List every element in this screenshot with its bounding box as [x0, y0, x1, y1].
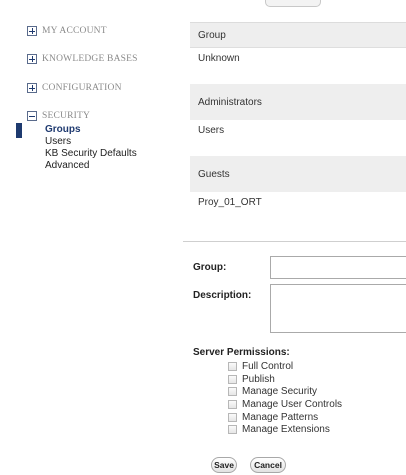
checkbox[interactable]	[228, 399, 237, 409]
server-permissions-heading: Server Permissions:	[193, 347, 290, 358]
checkbox[interactable]	[228, 425, 237, 435]
permission-label: Manage Extensions	[242, 424, 330, 436]
table-row[interactable]: Proy_01_ORT	[190, 192, 406, 228]
permission-label: Manage Patterns	[242, 411, 319, 423]
permission-manage-patterns: Manage Patterns	[228, 411, 342, 424]
permission-label: Manage User Controls	[242, 398, 343, 410]
group-field-label: Group:	[193, 262, 227, 273]
group-name: Guests	[198, 168, 230, 180]
expand-icon	[27, 83, 37, 93]
checkbox[interactable]	[228, 412, 237, 422]
table-row[interactable]: Administrators	[190, 84, 406, 120]
cancel-button[interactable]: Cancel	[250, 457, 286, 473]
permission-publish: Publish	[228, 373, 342, 386]
checkbox[interactable]	[228, 361, 237, 371]
sidebar-section-label: CONFIGURATION	[42, 83, 122, 93]
permission-manage-user-controls: Manage User Controls	[228, 398, 342, 411]
divider	[183, 241, 406, 242]
sidebar-section-configuration[interactable]: CONFIGURATION	[27, 83, 122, 93]
sidebar-section-my-account[interactable]: MY ACCOUNT	[27, 26, 107, 36]
groups-table: Group Unknown Administrators Users Guest…	[190, 22, 406, 228]
group-name: Unknown	[198, 53, 240, 64]
description-textarea[interactable]	[270, 284, 406, 333]
column-header-label: Group	[198, 29, 226, 41]
group-name: Administrators	[198, 96, 262, 108]
sidebar-section-label: KNOWLEDGE BASES	[42, 54, 138, 64]
security-submenu: Groups Users KB Security Defaults Advanc…	[45, 124, 137, 172]
group-name: Proy_01_ORT	[198, 197, 262, 208]
sidebar-item-kb-security-defaults[interactable]: KB Security Defaults	[45, 148, 137, 160]
table-row[interactable]: Unknown	[190, 48, 406, 84]
permission-full-control: Full Control	[228, 360, 342, 373]
permission-manage-security: Manage Security	[228, 385, 342, 398]
save-button[interactable]: Save	[211, 457, 237, 473]
expand-icon	[27, 26, 37, 36]
permission-label: Manage Security	[242, 386, 318, 398]
sidebar-section-security[interactable]: SECURITY	[27, 111, 90, 121]
sidebar-section-label: SECURITY	[42, 111, 91, 121]
sidebar-section-label: MY ACCOUNT	[42, 26, 107, 36]
group-name-input[interactable]	[270, 256, 406, 279]
permission-manage-extensions: Manage Extensions	[228, 423, 342, 436]
sidebar-item-users[interactable]: Users	[45, 136, 137, 148]
description-field-label: Description:	[193, 290, 252, 301]
sidebar-section-knowledge-bases[interactable]: KNOWLEDGE BASES	[27, 54, 138, 64]
table-row[interactable]: Guests	[190, 156, 406, 192]
checkbox[interactable]	[228, 387, 237, 397]
expand-icon	[27, 54, 37, 64]
top-tab[interactable]	[265, 0, 321, 7]
permission-label: Full Control	[242, 360, 294, 372]
permissions-list: Full Control Publish Manage Security Man…	[228, 360, 342, 436]
sidebar-item-groups[interactable]: Groups	[45, 124, 137, 136]
checkbox[interactable]	[228, 374, 237, 384]
active-indicator	[16, 123, 22, 138]
permission-label: Publish	[242, 373, 275, 385]
column-header-group[interactable]: Group	[190, 22, 406, 48]
collapse-icon	[27, 111, 37, 121]
sidebar-item-advanced[interactable]: Advanced	[45, 160, 137, 172]
group-name: Users	[198, 125, 225, 136]
table-row[interactable]: Users	[190, 120, 406, 156]
